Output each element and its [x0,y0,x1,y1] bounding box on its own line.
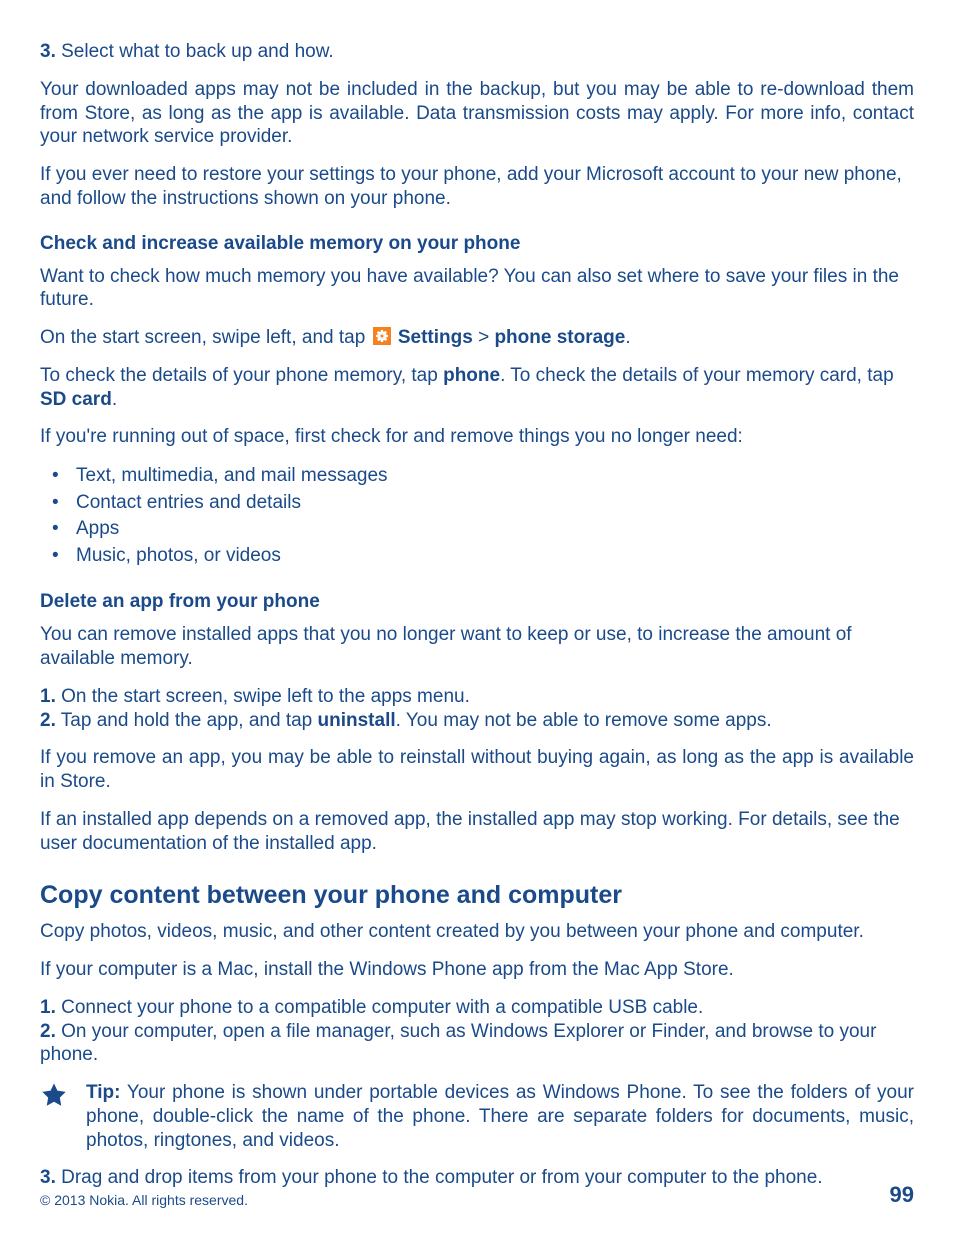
phone-label: phone [443,365,500,386]
period: . [625,327,630,348]
cleanup-list: Text, multimedia, and mail messages Cont… [40,463,914,569]
backup-note: Your downloaded apps may not be included… [40,78,914,149]
phone-storage-label: phone storage [494,327,625,348]
step-number: 3. [40,41,56,62]
tip-label: Tip: [86,1082,120,1103]
step-1: 1. On the start screen, swipe left to th… [40,685,914,709]
step-text: Connect your phone to a compatible compu… [56,997,703,1018]
step-2: 2. On your computer, open a file manager… [40,1020,914,1068]
step-text: On your computer, open a file manager, s… [40,1021,876,1066]
restore-note: If you ever need to restore your setting… [40,163,914,211]
text-pre: To check the details of your phone memor… [40,365,443,386]
heading-delete-app: Delete an app from your phone [40,591,914,613]
uninstall-label: uninstall [318,710,396,731]
sd-card-label: SD card [40,389,112,410]
step-text-pre: Tap and hold the app, and tap [56,710,318,731]
step-number: 2. [40,1021,56,1042]
list-item: Apps [76,516,914,543]
heading-check-memory: Check and increase available memory on y… [40,233,914,255]
tip-text: Tip: Your phone is shown under portable … [86,1081,914,1152]
list-item: Music, photos, or videos [76,543,914,570]
check-details: To check the details of your phone memor… [40,364,914,412]
step-3-select: 3. Select what to back up and how. [40,40,914,64]
mac-note: If your computer is a Mac, install the W… [40,958,914,982]
page-footer: © 2013 Nokia. All rights reserved. 99 [40,1182,914,1208]
dependency-note: If an installed app depends on a removed… [40,808,914,856]
star-icon [40,1081,86,1109]
text-pre: On the start screen, swipe left, and tap [40,327,371,348]
text-mid: . To check the details of your memory ca… [500,365,894,386]
copyright-text: © 2013 Nokia. All rights reserved. [40,1192,248,1208]
step-text: On the start screen, swipe left to the a… [56,686,470,707]
memory-intro: Want to check how much memory you have a… [40,265,914,313]
step-number: 2. [40,710,56,731]
list-item: Contact entries and details [76,490,914,517]
delete-intro: You can remove installed apps that you n… [40,623,914,671]
delete-steps: 1. On the start screen, swipe left to th… [40,685,914,733]
step-number: 1. [40,997,56,1018]
copy-intro: Copy photos, videos, music, and other co… [40,920,914,944]
tip-body: Your phone is shown under portable devic… [86,1082,914,1151]
start-screen-instruction: On the start screen, swipe left, and tap… [40,326,914,350]
list-item: Text, multimedia, and mail messages [76,463,914,490]
reinstall-note: If you remove an app, you may be able to… [40,746,914,794]
period: . [112,389,117,410]
tip-block: Tip: Your phone is shown under portable … [40,1081,914,1152]
breadcrumb-sep: > [473,327,495,348]
page-number: 99 [890,1182,914,1208]
step-text-post: . You may not be able to remove some app… [396,710,772,731]
running-out: If you're running out of space, first ch… [40,425,914,449]
step-2: 2. Tap and hold the app, and tap uninsta… [40,709,914,733]
heading-copy-content: Copy content between your phone and comp… [40,881,914,910]
step-text: Select what to back up and how. [56,41,334,62]
settings-label: Settings [393,327,473,348]
step-number: 1. [40,686,56,707]
copy-steps: 1. Connect your phone to a compatible co… [40,996,914,1067]
document-page: 3. Select what to back up and how. Your … [0,0,954,1238]
settings-icon [373,327,391,345]
step-1: 1. Connect your phone to a compatible co… [40,996,914,1020]
